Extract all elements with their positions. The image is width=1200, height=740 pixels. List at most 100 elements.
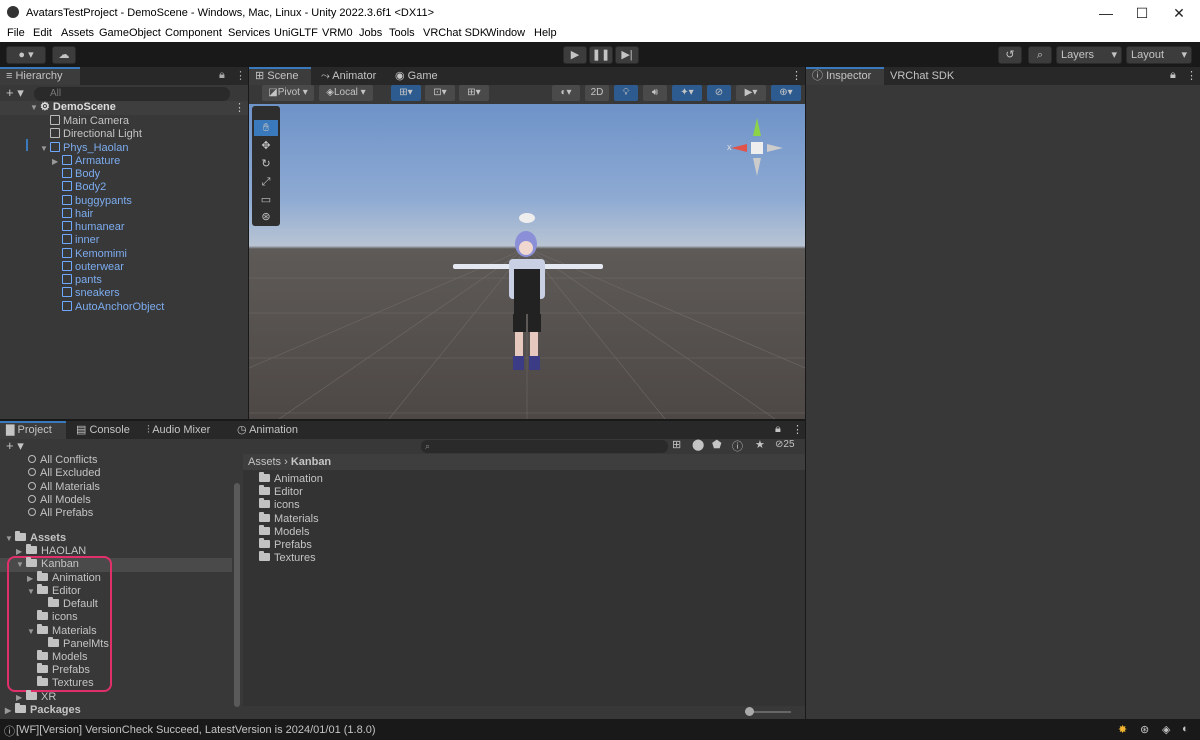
- tab-game[interactable]: ◉ Game: [389, 67, 444, 85]
- menu-services[interactable]: Services: [228, 27, 270, 39]
- expand-arrow-icon[interactable]: ▼: [27, 585, 37, 598]
- shading-mode-button[interactable]: ◐▾: [552, 85, 580, 101]
- grid-snap-button[interactable]: ⊞▾: [391, 85, 421, 101]
- layers-dropdown[interactable]: Layers ▾: [1056, 46, 1122, 64]
- expand-arrow-icon[interactable]: ▶: [5, 704, 15, 717]
- menu-vrm0[interactable]: VRM0: [322, 27, 353, 39]
- tab-project[interactable]: ▇ Project: [0, 421, 66, 439]
- folder-tree-item[interactable]: PanelMts: [38, 637, 109, 651]
- menu-component[interactable]: Component: [165, 27, 222, 39]
- hidden-count-badge[interactable]: ⊘25: [775, 439, 795, 450]
- favorite-search-item[interactable]: All Excluded: [28, 467, 101, 480]
- transform-tool-icon[interactable]: ⊛: [254, 210, 278, 224]
- folder-tree-item[interactable]: ▼ Materials: [27, 624, 97, 638]
- asset-folder-item[interactable]: icons: [259, 498, 300, 512]
- progress-icon[interactable]: ◈: [1162, 723, 1170, 736]
- lighting-button[interactable]: 💡︎: [614, 85, 638, 101]
- breadcrumb-current[interactable]: Kanban: [291, 456, 331, 468]
- folder-tree-item[interactable]: ▼ Assets: [5, 531, 66, 545]
- menu-assets[interactable]: Assets: [61, 27, 94, 39]
- network-icon[interactable]: ⊛: [1140, 723, 1149, 736]
- more-icon[interactable]: ⋮: [1186, 69, 1197, 82]
- folder-tree-item[interactable]: ▼ Editor: [27, 584, 81, 598]
- asset-folder-item[interactable]: Models: [259, 524, 309, 539]
- folder-tree-item[interactable]: ▼ Kanban: [16, 557, 79, 571]
- hierarchy-search-input[interactable]: All: [34, 87, 230, 101]
- hierarchy-item[interactable]: Body: [52, 168, 100, 181]
- favorite-star-icon[interactable]: ★: [755, 438, 765, 451]
- project-search-input[interactable]: ⌕: [421, 440, 668, 453]
- scale-tool-icon[interactable]: ⤢: [254, 174, 278, 190]
- asset-folder-item[interactable]: Prefabs: [259, 538, 312, 552]
- asset-folder-item[interactable]: Materials: [259, 511, 319, 526]
- settings-icon[interactable]: ◐: [1182, 723, 1189, 735]
- folder-tree-item[interactable]: Default: [38, 597, 98, 611]
- debug-icon[interactable]: ✸: [1118, 723, 1127, 736]
- favorite-search-item[interactable]: All Prefabs: [28, 507, 93, 520]
- more-icon[interactable]: ⋮: [791, 69, 802, 82]
- ruler-button[interactable]: ⊞▾: [459, 85, 489, 101]
- folder-tree-item[interactable]: ▶ Packages: [5, 703, 81, 717]
- expand-arrow-icon[interactable]: ▶: [16, 545, 26, 558]
- menu-window[interactable]: Window: [486, 27, 525, 39]
- lock-icon[interactable]: 🔒︎: [775, 423, 781, 436]
- hierarchy-item[interactable]: outerwear: [52, 260, 124, 274]
- tab-vrchat-sdk[interactable]: VRChat SDK: [884, 67, 960, 85]
- menu-unigltf[interactable]: UniGLTF: [274, 27, 318, 39]
- asset-folder-item[interactable]: Animation: [259, 472, 323, 486]
- cloud-icon[interactable]: ☁: [52, 46, 76, 64]
- search-by-type-icon[interactable]: ⊞: [672, 438, 681, 451]
- menu-gameobject[interactable]: GameObject: [99, 27, 161, 39]
- scene-menu-icon[interactable]: ⋮: [234, 101, 245, 114]
- breadcrumb-assets[interactable]: Assets: [248, 456, 281, 468]
- tree-scrollbar[interactable]: [234, 483, 240, 707]
- folder-tree-item[interactable]: ▶ XR: [16, 690, 56, 704]
- hierarchy-item[interactable]: pants: [52, 274, 102, 287]
- menu-help[interactable]: Help: [534, 27, 557, 39]
- info-icon[interactable]: ⓘ: [732, 438, 743, 454]
- tab-animation[interactable]: ◷ Animation: [231, 421, 304, 439]
- audio-button[interactable]: 🔊︎: [643, 85, 667, 101]
- tab-scene[interactable]: ⊞ Scene: [249, 67, 311, 85]
- favorite-search-item[interactable]: All Models: [28, 494, 91, 507]
- search-icon[interactable]: ⌕: [1028, 46, 1052, 64]
- hierarchy-item[interactable]: hair: [52, 207, 93, 221]
- hierarchy-item[interactable]: Body2: [52, 181, 106, 194]
- zoom-slider-handle[interactable]: [745, 707, 754, 716]
- more-icon[interactable]: ⋮: [235, 69, 246, 82]
- orientation-gizmo[interactable]: [725, 112, 787, 182]
- expand-arrow-icon[interactable]: ▶: [27, 572, 37, 585]
- pause-button[interactable]: ❚❚: [589, 46, 613, 64]
- effects-button[interactable]: ✦▾: [672, 85, 702, 101]
- history-icon[interactable]: ↺: [998, 46, 1022, 64]
- menu-jobs[interactable]: Jobs: [359, 27, 382, 39]
- scene-row[interactable]: ▼ ⚙ DemoScene ⋮: [0, 101, 248, 115]
- hierarchy-item[interactable]: AutoAnchorObject: [52, 300, 164, 314]
- rotate-tool-icon[interactable]: ↻: [254, 156, 278, 172]
- lock-icon[interactable]: 🔒︎: [219, 69, 225, 82]
- menu-edit[interactable]: Edit: [33, 27, 52, 39]
- 2d-button[interactable]: 2D: [585, 85, 609, 101]
- gizmos-button[interactable]: ⊕▾: [771, 85, 801, 101]
- asset-folder-item[interactable]: Editor: [259, 485, 303, 499]
- tab-animator[interactable]: ⤳ Animator: [315, 67, 382, 85]
- layout-dropdown[interactable]: Layout ▾: [1126, 46, 1192, 64]
- hierarchy-item[interactable]: sneakers: [52, 287, 120, 300]
- expand-arrow-icon[interactable]: ▼: [5, 532, 15, 545]
- tag-icon[interactable]: ⬟: [712, 438, 722, 451]
- hand-tool-icon[interactable]: ✋︎: [254, 120, 278, 136]
- step-button[interactable]: ▶|: [615, 46, 639, 64]
- scene-viewport[interactable]: ✋︎ ✥ ↻ ⤢ ▭ ⊛ x: [249, 104, 805, 419]
- tab-console[interactable]: ▤ Console: [70, 421, 136, 439]
- close-button[interactable]: ✕: [1157, 2, 1200, 24]
- hierarchy-item[interactable]: Directional Light: [40, 128, 142, 141]
- hierarchy-item[interactable]: humanear: [52, 221, 125, 234]
- play-button[interactable]: ▶: [563, 46, 587, 64]
- hidden-objects-button[interactable]: ⊘: [707, 85, 731, 101]
- local-dropdown[interactable]: ◈Local ▾: [319, 85, 373, 101]
- favorite-search-item[interactable]: All Materials: [28, 481, 100, 494]
- folder-tree-item[interactable]: Textures: [27, 676, 94, 690]
- folder-tree-item[interactable]: Models: [27, 650, 87, 664]
- create-button[interactable]: + ▾: [6, 85, 24, 101]
- folder-tree-item[interactable]: icons: [27, 610, 78, 624]
